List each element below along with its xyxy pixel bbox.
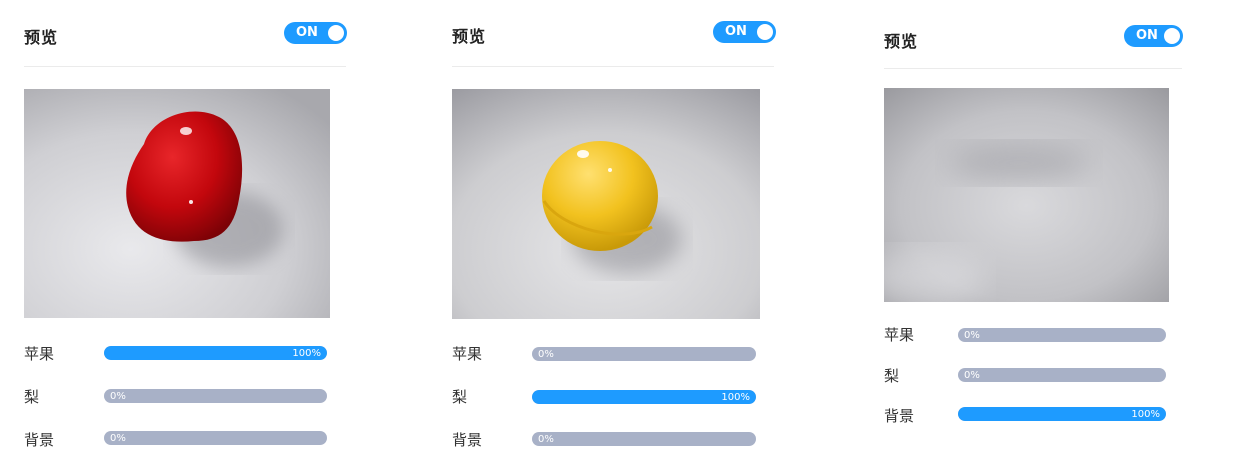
confidence-value: 0%	[538, 434, 554, 445]
camera-preview-image	[452, 89, 760, 319]
class-label-background: 背景	[24, 431, 55, 449]
confidence-bar-pear: 0%	[958, 368, 1166, 382]
class-label-background: 背景	[884, 407, 915, 425]
divider	[884, 68, 1182, 69]
confidence-bar-apple: 100%	[104, 346, 327, 360]
preview-toggle[interactable]: ON	[713, 21, 776, 43]
preview-panel-3: 预览 ON 苹果 0% 梨 0% 背景 100%	[884, 0, 1214, 453]
empty-background-image	[884, 88, 1169, 302]
yellow-ball-image	[452, 89, 760, 319]
confidence-bar-background: 0%	[104, 431, 327, 445]
class-label-pear: 梨	[452, 388, 468, 406]
confidence-bar-background: 0%	[532, 432, 756, 446]
panel-title: 预览	[452, 27, 487, 46]
red-apple-image	[24, 89, 330, 318]
class-label-pear: 梨	[884, 367, 900, 385]
confidence-bar-apple: 0%	[958, 328, 1166, 342]
panel-title: 预览	[24, 28, 59, 47]
class-label-apple: 苹果	[884, 326, 915, 344]
camera-preview-image	[884, 88, 1169, 302]
divider	[24, 66, 346, 67]
confidence-value: 0%	[964, 370, 980, 381]
preview-panel-2: 预览 ON 苹果 0% 梨 100% 背景 0%	[452, 0, 782, 453]
toggle-label: ON	[1136, 28, 1158, 43]
panel-title: 预览	[884, 32, 919, 51]
confidence-value: 0%	[110, 391, 126, 402]
toggle-knob	[757, 24, 773, 40]
confidence-value: 0%	[110, 433, 126, 444]
class-label-apple: 苹果	[452, 345, 483, 363]
confidence-bar-background: 100%	[958, 407, 1166, 421]
toggle-knob	[328, 25, 344, 41]
confidence-value: 100%	[1131, 409, 1160, 420]
toggle-label: ON	[296, 25, 318, 40]
class-label-pear: 梨	[24, 388, 40, 406]
preview-toggle[interactable]: ON	[1124, 25, 1183, 47]
class-label-background: 背景	[452, 431, 483, 449]
preview-panel-1: 预览 ON 苹果 100% 梨 0% 背景 0%	[24, 0, 354, 453]
confidence-value: 0%	[964, 330, 980, 341]
confidence-bar-apple: 0%	[532, 347, 756, 361]
class-label-apple: 苹果	[24, 345, 55, 363]
confidence-bar-pear: 0%	[104, 389, 327, 403]
confidence-value: 100%	[721, 392, 750, 403]
camera-preview-image	[24, 89, 330, 318]
divider	[452, 66, 774, 67]
toggle-knob	[1164, 28, 1180, 44]
preview-toggle[interactable]: ON	[284, 22, 347, 44]
confidence-value: 0%	[538, 349, 554, 360]
confidence-bar-pear: 100%	[532, 390, 756, 404]
toggle-label: ON	[725, 24, 747, 39]
confidence-value: 100%	[292, 348, 321, 359]
